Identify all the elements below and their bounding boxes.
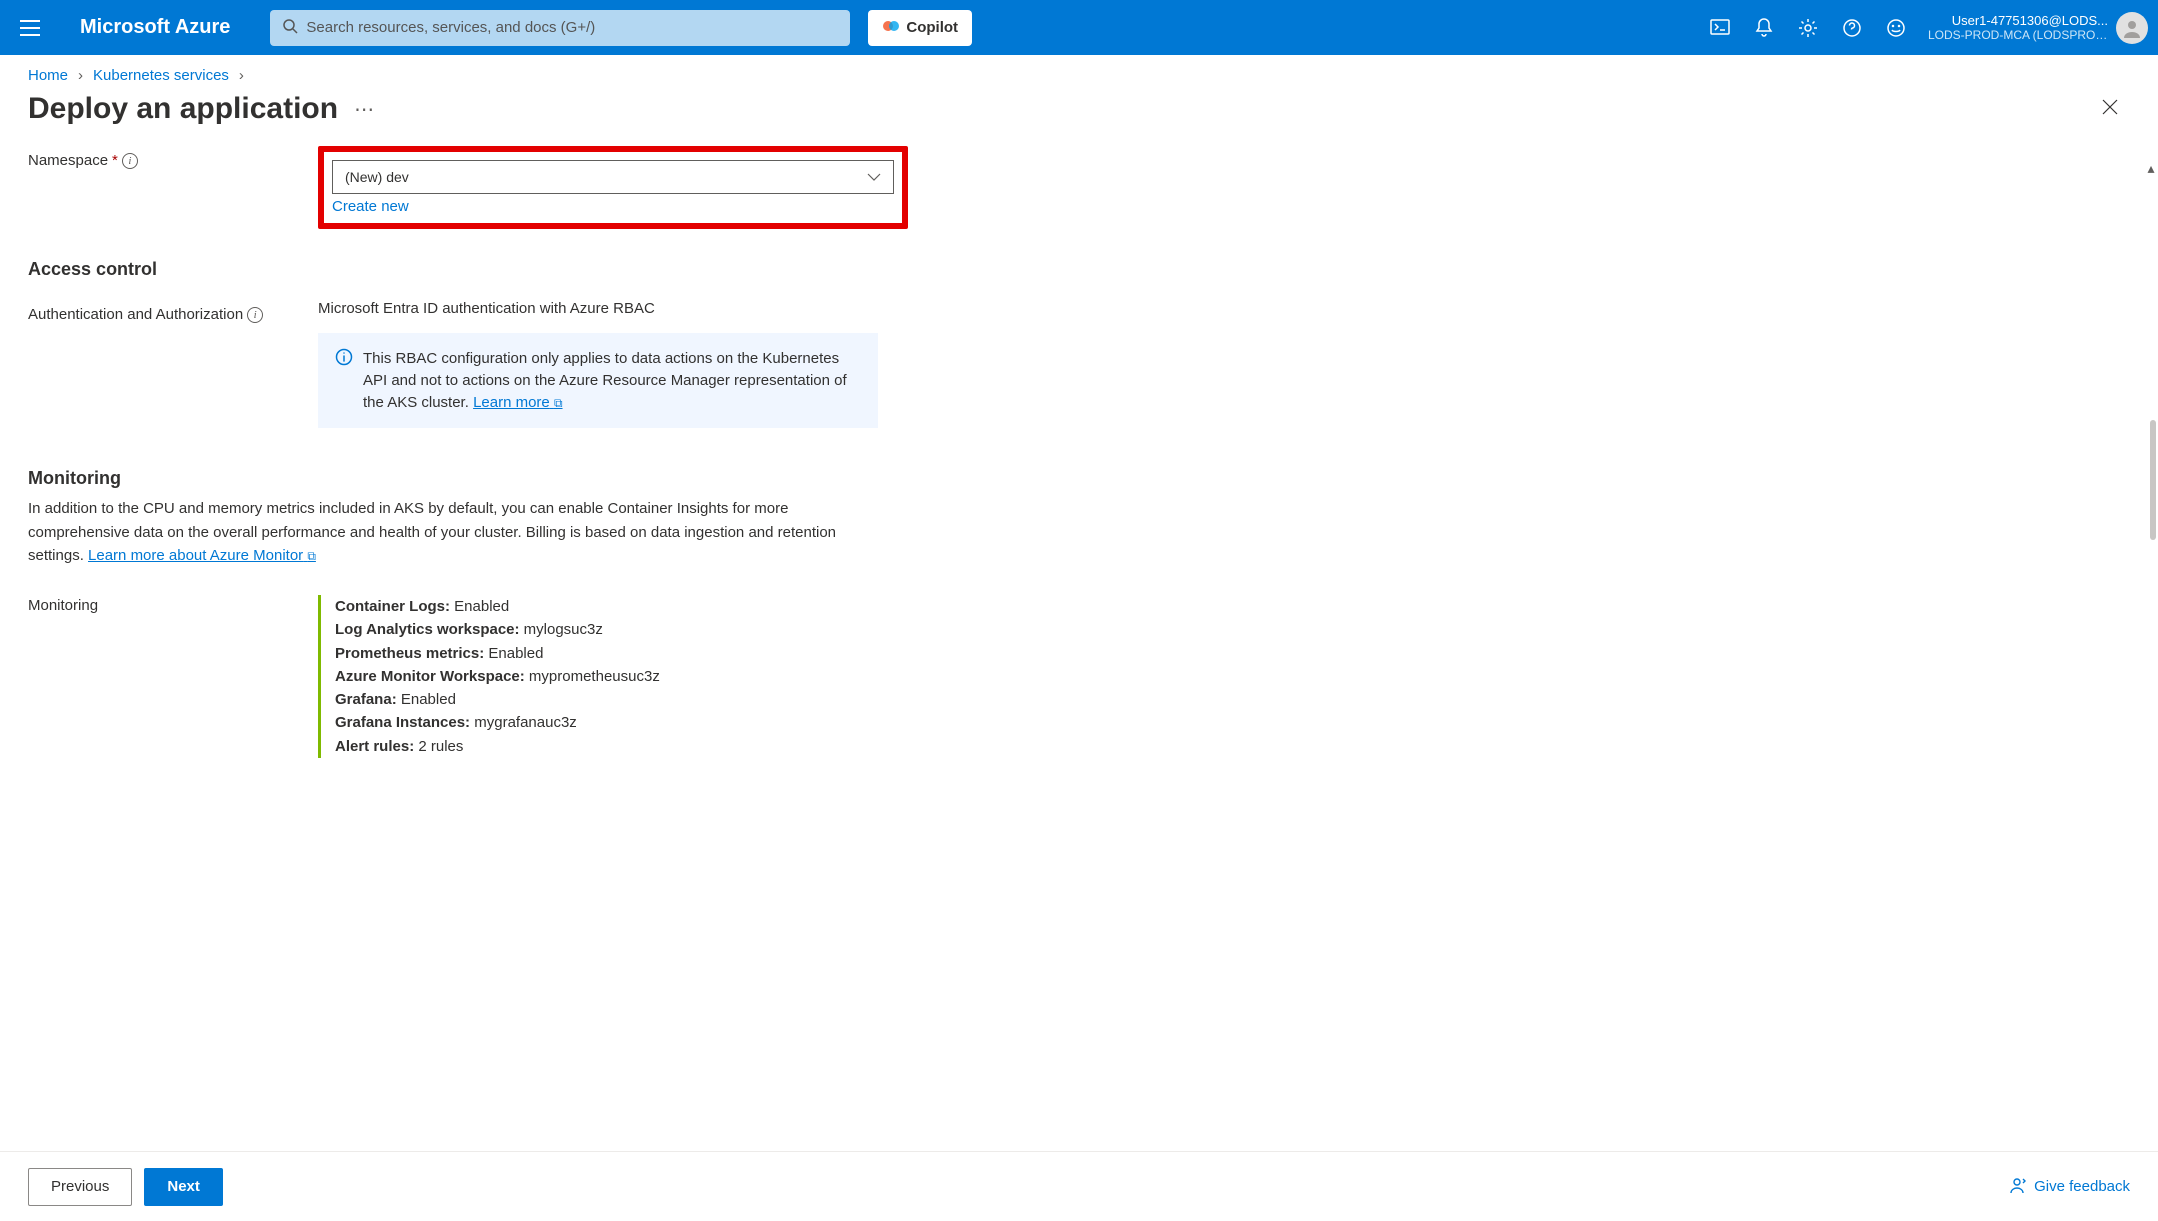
monitoring-description: In addition to the CPU and memory metric… [28, 497, 868, 567]
chevron-right-icon: › [239, 67, 244, 84]
content-area: Namespace * i (New) dev Create new Acces… [0, 146, 2158, 1127]
create-new-link[interactable]: Create new [332, 198, 409, 215]
grafana-key: Grafana: [335, 691, 397, 708]
prom-key: Prometheus metrics: [335, 645, 484, 662]
required-asterisk: * [112, 152, 118, 169]
grafana-value: Enabled [401, 691, 456, 708]
info-icon[interactable]: i [122, 153, 138, 169]
scroll-thumb[interactable] [2150, 420, 2156, 540]
feedback-smiley-icon[interactable] [1876, 8, 1916, 48]
rbac-info-text: This RBAC configuration only applies to … [363, 350, 847, 411]
close-icon[interactable] [2090, 93, 2130, 126]
cloud-shell-icon[interactable] [1700, 8, 1740, 48]
gi-value: mygrafanauc3z [474, 714, 577, 731]
info-icon[interactable]: i [247, 307, 263, 323]
external-link-icon: ⧉ [307, 549, 316, 563]
page-title: Deploy an application [28, 92, 338, 126]
more-dots-icon[interactable]: ⋯ [354, 97, 374, 122]
monitor-details: Container Logs: Enabled Log Analytics wo… [318, 595, 660, 758]
chevron-down-icon [867, 169, 881, 185]
auth-row: Authentication and Authorization i Micro… [28, 300, 1128, 428]
monitoring-heading: Monitoring [28, 468, 1128, 489]
monitor-label: Monitoring [28, 595, 318, 758]
user-text: User1-47751306@LODS... LODS-PROD-MCA (LO… [1928, 13, 2108, 43]
rbac-info-box: This RBAC configuration only applies to … [318, 333, 878, 428]
user-account[interactable]: User1-47751306@LODS... LODS-PROD-MCA (LO… [1928, 12, 2148, 44]
copilot-icon [882, 17, 900, 39]
gi-key: Grafana Instances: [335, 714, 470, 731]
highlight-box: (New) dev Create new [318, 146, 908, 229]
search-icon [282, 18, 298, 37]
brand-label[interactable]: Microsoft Azure [80, 16, 230, 39]
auth-label: Authentication and Authorization i [28, 300, 318, 323]
auth-value-text: Microsoft Entra ID authentication with A… [318, 300, 908, 317]
container-logs-value: Enabled [454, 598, 509, 615]
previous-button[interactable]: Previous [28, 1168, 132, 1206]
help-icon[interactable] [1832, 8, 1872, 48]
namespace-dropdown[interactable]: (New) dev [332, 160, 894, 194]
search-box[interactable] [270, 10, 850, 46]
chevron-right-icon: › [78, 67, 83, 84]
law-value: mylogsuc3z [524, 621, 603, 638]
namespace-label-text: Namespace [28, 152, 108, 169]
top-header: Microsoft Azure Copilot User1-477513 [0, 0, 2158, 55]
next-button[interactable]: Next [144, 1168, 223, 1206]
copilot-button[interactable]: Copilot [868, 10, 972, 46]
notifications-icon[interactable] [1744, 8, 1784, 48]
prom-value: Enabled [488, 645, 543, 662]
access-control-heading: Access control [28, 259, 1128, 280]
footer-bar: Previous Next Give feedback [0, 1151, 2158, 1221]
settings-gear-icon[interactable] [1788, 8, 1828, 48]
alert-value: 2 rules [418, 738, 463, 755]
amw-key: Azure Monitor Workspace: [335, 668, 525, 685]
scrollbar[interactable]: ▴ [2144, 190, 2158, 1151]
monitor-block: Monitoring Container Logs: Enabled Log A… [28, 595, 1128, 758]
learn-more-link[interactable]: Learn more ⧉ [473, 394, 562, 411]
amw-value: myprometheusuc3z [529, 668, 660, 685]
alert-key: Alert rules: [335, 738, 414, 755]
auth-label-text: Authentication and Authorization [28, 306, 243, 323]
feedback-label: Give feedback [2034, 1178, 2130, 1195]
feedback-person-icon [2010, 1176, 2028, 1198]
namespace-label: Namespace * i [28, 146, 318, 169]
give-feedback-link[interactable]: Give feedback [2010, 1176, 2130, 1198]
info-circle-icon [335, 348, 353, 413]
search-input[interactable] [306, 19, 838, 36]
external-link-icon: ⧉ [554, 396, 563, 410]
title-bar: Deploy an application ⋯ [0, 88, 2158, 146]
breadcrumb: Home › Kubernetes services › [0, 55, 2158, 88]
namespace-row: Namespace * i (New) dev Create new [28, 146, 1128, 229]
scroll-up-icon[interactable]: ▴ [2144, 160, 2158, 177]
user-email: User1-47751306@LODS... [1928, 13, 2108, 29]
container-logs-key: Container Logs: [335, 598, 450, 615]
user-tenant: LODS-PROD-MCA (LODSPRODM... [1928, 28, 2108, 42]
avatar-icon [2116, 12, 2148, 44]
learn-monitor-link[interactable]: Learn more about Azure Monitor ⧉ [88, 547, 316, 564]
namespace-selected-value: (New) dev [345, 169, 409, 185]
copilot-label: Copilot [906, 19, 958, 36]
breadcrumb-home[interactable]: Home [28, 67, 68, 84]
menu-icon[interactable] [10, 8, 50, 48]
law-key: Log Analytics workspace: [335, 621, 520, 638]
header-icons [1700, 8, 1916, 48]
breadcrumb-k8s[interactable]: Kubernetes services [93, 67, 229, 84]
